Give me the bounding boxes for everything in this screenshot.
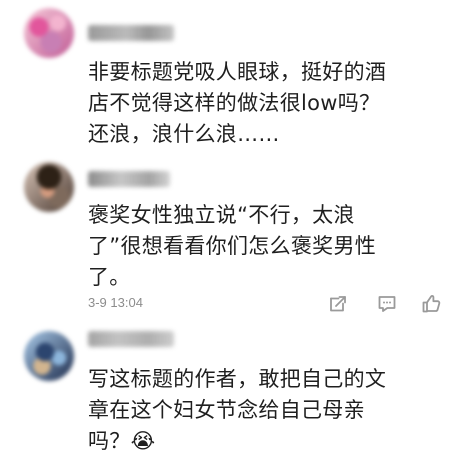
comment-thread: 非要标题党吸人眼球，挺好的酒 店不觉得这样的做法很low吗？ 还浪，浪什么浪……… [0,0,464,466]
comment-line: 店不觉得这样的做法很low吗？ [88,91,381,115]
comment-line: 了。 [88,265,131,289]
comment-line: 了”很想看看你们怎么褒奖男性 [88,234,377,258]
username-redacted [88,331,174,347]
comment-line: 章在这个妇女节念给自己母亲 [88,398,365,422]
comment-line: 褒奖女性独立说“不行，太浪 [88,203,355,227]
thumbs-up-icon[interactable] [419,292,443,316]
avatar[interactable] [24,331,74,381]
share-icon[interactable] [326,292,350,316]
comment-text: 写这标题的作者，敢把自己的文 章在这个妇女节念给自己母亲 吗？😭 [88,364,444,457]
comment-line: 还浪，浪什么浪…… [88,122,280,146]
username-redacted [88,171,170,187]
comment-line: 写这标题的作者，敢把自己的文 [88,367,387,391]
username-redacted [88,25,174,41]
comment-text: 非要标题党吸人眼球，挺好的酒 店不觉得这样的做法很low吗？ 还浪，浪什么浪…… [88,57,444,150]
comment-line: 非要标题党吸人眼球，挺好的酒 [88,60,387,84]
comment-meta-row: 3-9 13:04 [88,292,444,316]
comment-line: 吗？😭 [88,429,156,453]
comment-text: 褒奖女性独立说“不行，太浪 了”很想看看你们怎么褒奖男性 了。 [88,200,444,293]
comment-icon[interactable] [375,292,399,316]
avatar[interactable] [24,8,74,58]
timestamp: 3-9 13:04 [88,295,143,310]
avatar[interactable] [24,162,74,212]
